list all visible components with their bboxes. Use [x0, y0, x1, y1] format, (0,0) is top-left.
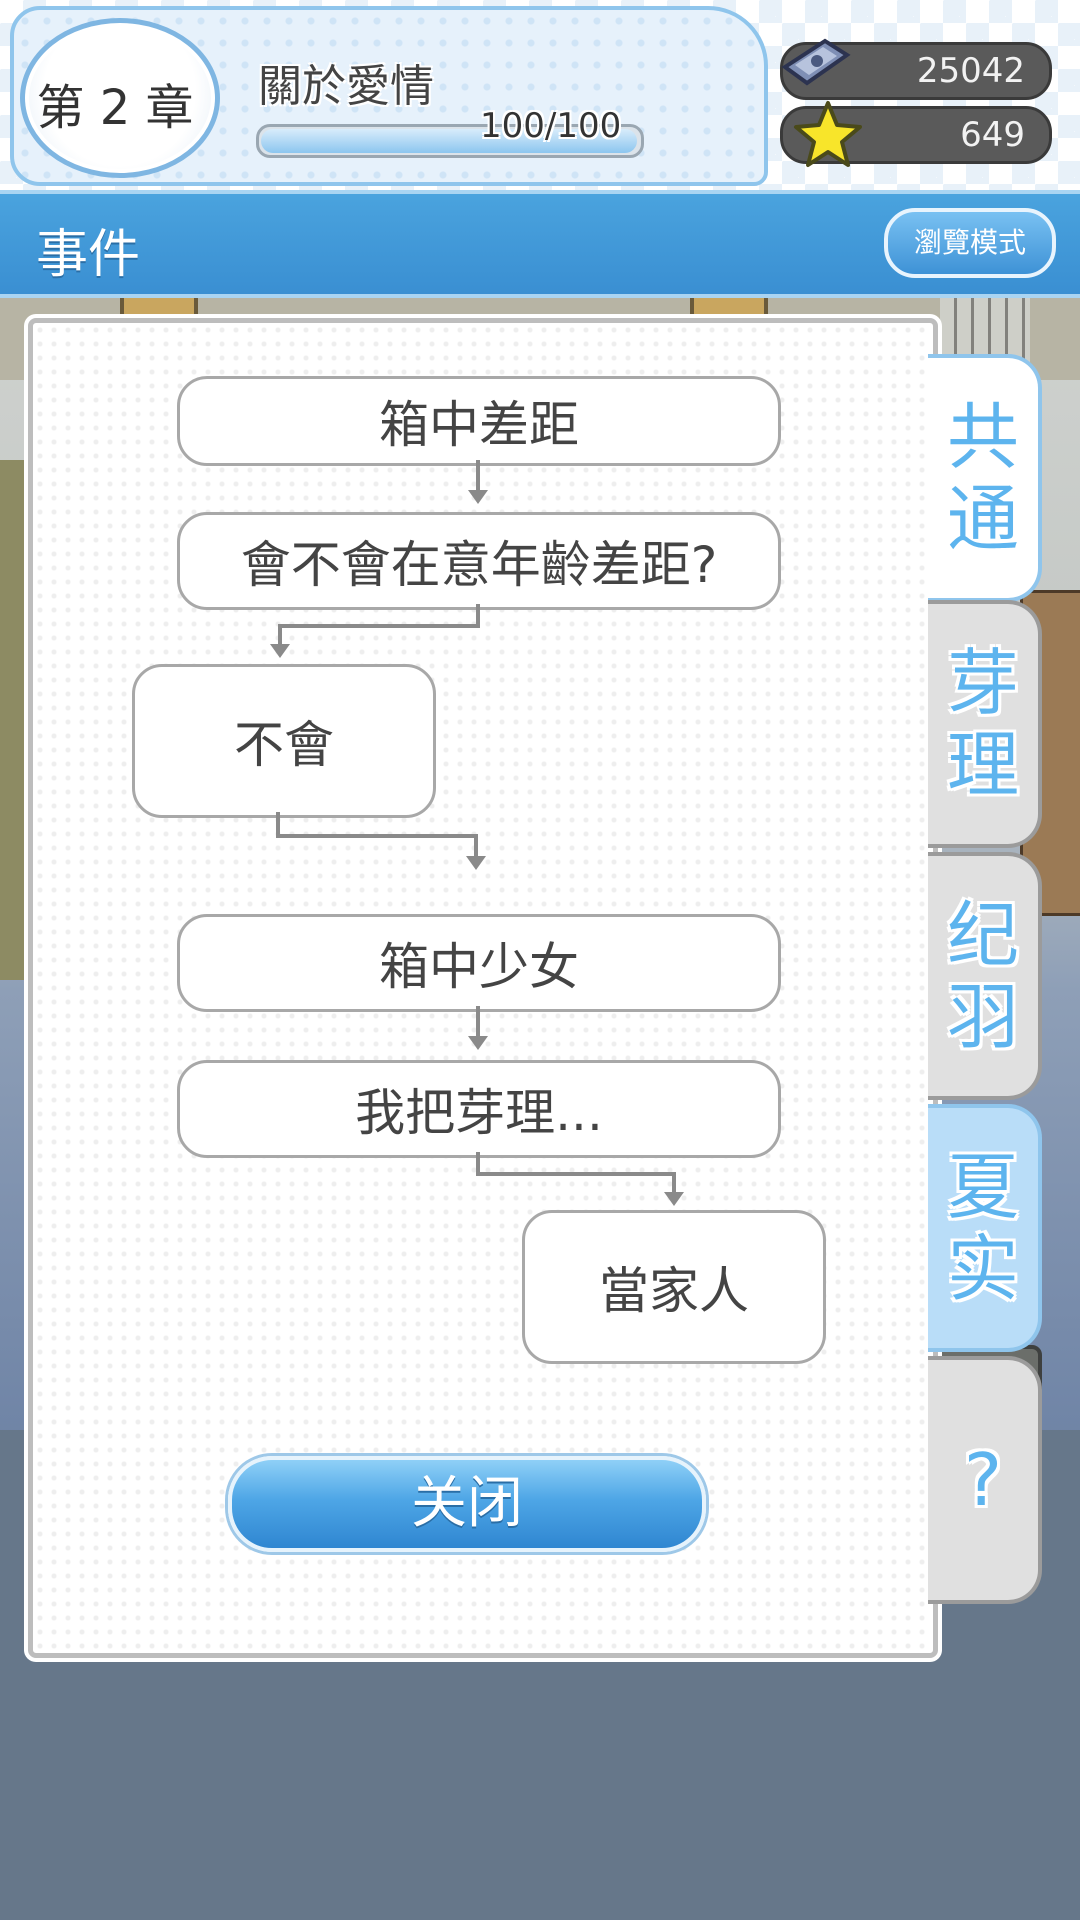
flow-node-3[interactable]: 不會: [132, 664, 436, 818]
connector: [476, 1172, 676, 1176]
connector: [278, 624, 480, 628]
tab-natsumi[interactable]: 夏 实: [928, 1104, 1042, 1352]
flow-node-6[interactable]: 當家人: [522, 1210, 826, 1364]
connector: [476, 1006, 480, 1036]
chapter-title: 關於愛情: [258, 61, 434, 112]
event-bar: 事件 瀏覽模式: [0, 190, 1080, 298]
ticket-icon: [781, 38, 851, 86]
arrow-down-icon: [466, 856, 486, 870]
tab-label: 理: [946, 723, 1019, 807]
tab-label: ?: [963, 1438, 1003, 1522]
arrow-down-icon: [270, 644, 290, 658]
ticket-count: 25042: [916, 51, 1025, 91]
connector: [278, 624, 282, 644]
flow-node-2[interactable]: 會不會在意年齡差距?: [177, 512, 781, 610]
star-counter: 649: [780, 101, 1052, 167]
star-icon: [794, 101, 862, 167]
connector: [474, 834, 478, 856]
tab-label: 纪: [946, 893, 1019, 977]
connector: [276, 834, 478, 838]
flow-node-5[interactable]: 我把芽理...: [177, 1060, 781, 1158]
chapter-number: 第 2 章: [36, 80, 194, 136]
flow-node-4[interactable]: 箱中少女: [177, 914, 781, 1012]
tab-label: 芽: [946, 641, 1019, 725]
tab-label: 共: [946, 395, 1019, 479]
tab-label: 通: [946, 477, 1019, 561]
arrow-down-icon: [468, 1036, 488, 1050]
tab-unknown[interactable]: ?: [928, 1356, 1042, 1604]
star-count: 649: [960, 115, 1025, 155]
arrow-down-icon: [468, 490, 488, 504]
tab-meri[interactable]: 芽 理: [928, 600, 1042, 848]
arrow-down-icon: [664, 1192, 684, 1206]
close-button[interactable]: 关闭: [228, 1456, 706, 1552]
event-bar-title: 事件: [36, 225, 141, 285]
tab-label: 羽: [946, 975, 1019, 1059]
tab-common[interactable]: 共 通: [928, 354, 1042, 602]
chapter-progress-text: 100/100: [480, 106, 622, 146]
connector: [476, 460, 480, 490]
connector: [672, 1172, 676, 1192]
tab-label: 实: [946, 1227, 1019, 1311]
browse-mode-button[interactable]: 瀏覽模式: [884, 208, 1056, 278]
tab-kiu[interactable]: 纪 羽: [928, 852, 1042, 1100]
top-header: 第 2 章 關於愛情 100/100 25042 649: [0, 0, 1080, 190]
flow-node-1[interactable]: 箱中差距: [177, 376, 781, 466]
connector: [476, 1152, 480, 1174]
tab-label: 夏: [946, 1145, 1019, 1229]
ticket-counter: 25042: [780, 38, 1052, 100]
